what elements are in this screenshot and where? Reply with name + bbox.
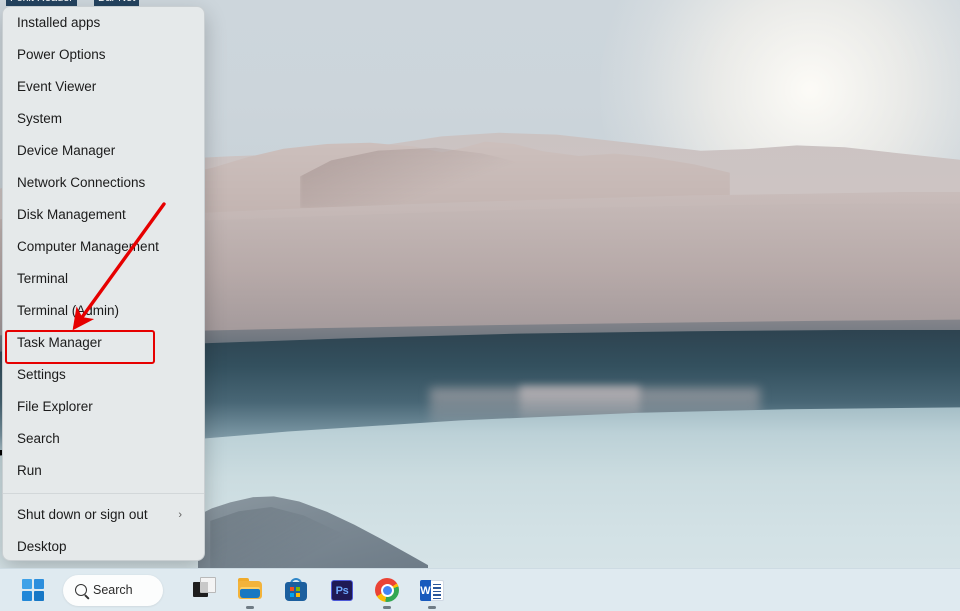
menu-item-label: Desktop [17,531,194,561]
menu-item-label: Terminal (Admin) [17,295,194,327]
word-icon: W [419,577,445,603]
menu-item-power-options[interactable]: Power Options [3,39,204,71]
taskbar-photoshop[interactable]: Ps [329,577,355,603]
menu-item-device-manager[interactable]: Device Manager [3,135,204,167]
running-indicator [246,606,254,609]
menu-item-label: Settings [17,359,194,391]
start-button[interactable] [0,579,44,601]
menu-item-desktop[interactable]: Desktop [3,531,204,561]
taskbar-google-chrome[interactable] [374,577,400,603]
menu-item-system[interactable]: System [3,103,204,135]
menu-item-label: Shut down or sign out [17,499,178,531]
menu-item-installed-apps[interactable]: Installed apps [3,7,204,39]
menu-item-file-explorer[interactable]: File Explorer [3,391,204,423]
menu-item-label: File Explorer [17,391,194,423]
menu-item-label: Terminal [17,263,194,295]
menu-item-label: Installed apps [17,7,194,39]
menu-item-terminal-admin[interactable]: Terminal (Admin) [3,295,204,327]
menu-item-settings[interactable]: Settings [3,359,204,391]
menu-item-label: Device Manager [17,135,194,167]
menu-item-task-manager[interactable]: Task Manager [3,327,204,359]
menu-item-shut-down-or-sign-out[interactable]: Shut down or sign out› [3,499,204,531]
taskbar-microsoft-store[interactable] [283,577,309,603]
win-x-power-user-menu[interactable]: Installed appsPower OptionsEvent ViewerS… [2,6,205,561]
search-placeholder: Search [93,583,133,597]
taskbar-file-explorer[interactable] [237,577,263,603]
menu-item-label: Computer Management [17,231,194,263]
menu-item-label: Task Manager [17,327,194,359]
menu-item-label: System [17,103,194,135]
menu-item-computer-management[interactable]: Computer Management [3,231,204,263]
menu-separator [3,493,204,494]
running-indicator [383,606,391,609]
windows-logo-icon [22,579,44,601]
microsoft-store-icon [283,577,309,603]
search-input[interactable]: Search [63,575,163,606]
menu-item-run[interactable]: Run [3,455,204,487]
menu-item-disk-management[interactable]: Disk Management [3,199,204,231]
task-view-button[interactable] [193,577,219,603]
menu-item-label: Run [17,455,194,487]
task-view-icon [193,577,219,603]
menu-item-label: Network Connections [17,167,194,199]
desktop-screen: Foxit Reader Bar Net Installed appsPower… [0,0,960,611]
search-icon [75,584,87,596]
menu-item-label: Disk Management [17,199,194,231]
menu-item-label: Power Options [17,39,194,71]
menu-item-terminal[interactable]: Terminal [3,263,204,295]
chevron-right-icon: › [178,499,194,531]
menu-item-event-viewer[interactable]: Event Viewer [3,71,204,103]
file-explorer-icon [237,577,263,603]
photoshop-icon: Ps [329,577,355,603]
taskbar-microsoft-word[interactable]: W [419,577,445,603]
menu-item-label: Search [17,423,194,455]
taskbar[interactable]: Search Ps [0,568,960,611]
chrome-icon [374,577,400,603]
menu-item-network-connections[interactable]: Network Connections [3,167,204,199]
running-indicator [428,606,436,609]
menu-item-search[interactable]: Search [3,423,204,455]
menu-item-label: Event Viewer [17,71,194,103]
